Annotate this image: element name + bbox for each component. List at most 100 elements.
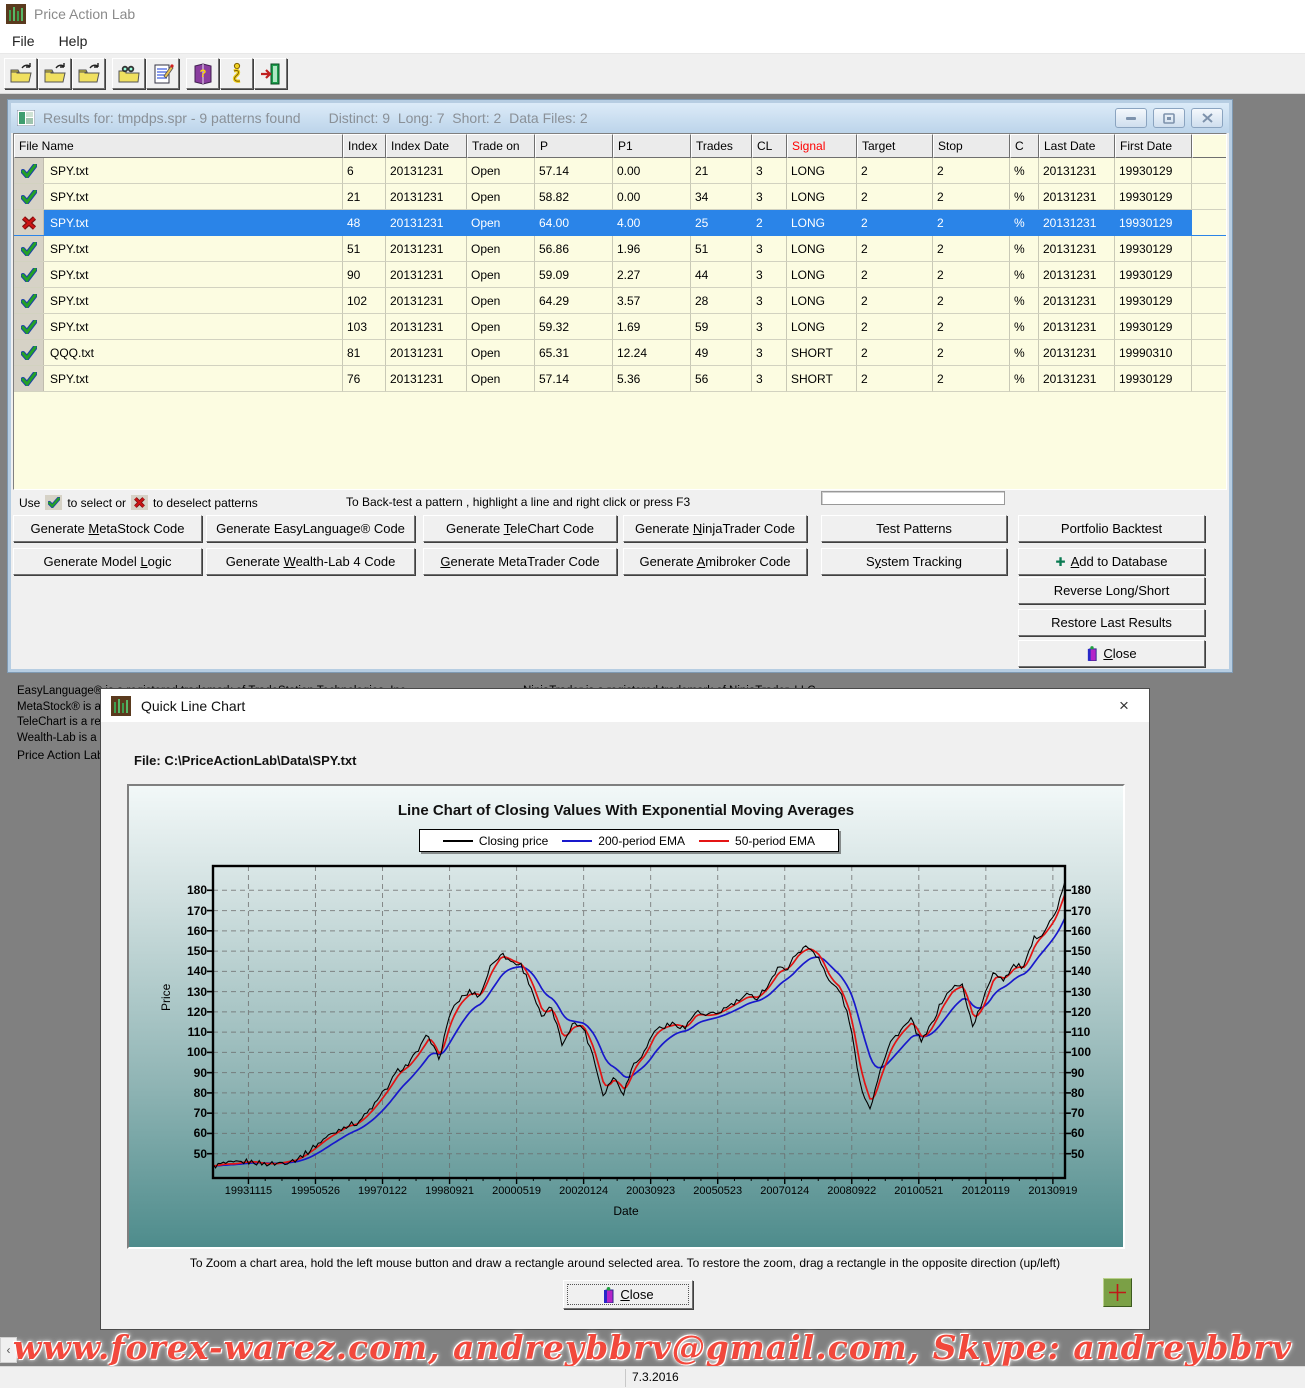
portfolio-backtest-button[interactable]: Portfolio Backtest — [1018, 515, 1205, 542]
cell-c: % — [1010, 236, 1039, 262]
chart-panel[interactable]: Line Chart of Closing Values With Expone… — [127, 784, 1125, 1249]
cell-stop: 2 — [933, 288, 1010, 314]
open-file-3-icon-button[interactable] — [72, 58, 105, 89]
generate-wealth-lab-4-code-button[interactable]: Generate Wealth-Lab 4 Code — [206, 548, 415, 575]
table-row[interactable]: SPY.txt4820131231Open64.004.00252LONG22%… — [14, 210, 1226, 236]
file-name: SPY.txt — [44, 268, 88, 282]
cell-c: % — [1010, 366, 1039, 392]
exit-icon-button[interactable] — [254, 58, 287, 89]
reverse-long-short-button[interactable]: Reverse Long/Short — [1018, 577, 1205, 604]
column-header-p[interactable]: P — [535, 134, 613, 158]
cell-p: 59.09 — [535, 262, 613, 288]
table-row[interactable]: SPY.txt2120131231Open58.820.00343LONG22%… — [14, 184, 1226, 210]
y-tick-label: 130 — [1071, 985, 1105, 999]
column-header-last-date[interactable]: Last Date — [1039, 134, 1115, 158]
progress-bar — [821, 491, 1005, 505]
check-mark-icon[interactable] — [14, 340, 44, 366]
status-date: 7.3.2016 — [632, 1370, 679, 1384]
open-file-3-icon — [77, 62, 101, 86]
column-header-trades[interactable]: Trades — [691, 134, 752, 158]
generate-easylanguage-code-button[interactable]: Generate EasyLanguage® Code — [206, 515, 415, 542]
generate-metatrader-code-button[interactable]: Generate MetaTrader Code — [423, 548, 617, 575]
column-header-filler — [1192, 134, 1227, 158]
test-patterns-button[interactable]: Test Patterns — [821, 515, 1007, 542]
backtest-hint: To Back-test a pattern , highlight a lin… — [346, 495, 690, 509]
close-button[interactable]: Close — [1018, 640, 1205, 667]
table-row[interactable]: SPY.txt5120131231Open56.861.96513LONG22%… — [14, 236, 1226, 262]
menu-help[interactable]: Help — [47, 30, 100, 52]
add-to-database-button[interactable]: ✚Add to Database — [1018, 548, 1205, 575]
generate-model-logic-button[interactable]: Generate Model Logic — [13, 548, 202, 575]
cell-index: 103 — [343, 314, 386, 340]
check-mark-icon[interactable] — [14, 236, 44, 262]
menu-file[interactable]: File — [0, 30, 47, 52]
table-row[interactable]: QQQ.txt8120131231Open65.3112.24493SHORT2… — [14, 340, 1226, 366]
restore-last-results-button[interactable]: Restore Last Results — [1018, 609, 1205, 636]
cell-index: 76 — [343, 366, 386, 392]
check-mark-icon[interactable] — [14, 314, 44, 340]
generate-metastock-code-button[interactable]: Generate MetaStock Code — [13, 515, 202, 542]
open-file-2-icon-button[interactable] — [38, 58, 71, 89]
generate-amibroker-code-button[interactable]: Generate Amibroker Code — [623, 548, 807, 575]
edit-notes-icon-button[interactable] — [146, 58, 179, 89]
cell-first-date: 19930129 — [1115, 288, 1192, 314]
dialog-close-button[interactable]: Close — [563, 1280, 693, 1309]
cell-stop: 2 — [933, 184, 1010, 210]
table-row[interactable]: SPY.txt10220131231Open64.293.57283LONG22… — [14, 288, 1226, 314]
cell-index-date: 20131231 — [386, 236, 467, 262]
y-tick-label: 160 — [1071, 924, 1105, 938]
results-window-titlebar[interactable]: Results for: tmpdps.spr - 9 patterns fou… — [11, 103, 1229, 133]
table-row[interactable]: SPY.txt10320131231Open59.321.69593LONG22… — [14, 314, 1226, 340]
dialog-close-icon[interactable]: × — [1109, 696, 1139, 716]
check-mark-icon[interactable] — [14, 262, 44, 288]
column-header-target[interactable]: Target — [857, 134, 933, 158]
system-tracking-button[interactable]: System Tracking — [821, 548, 1007, 575]
column-header-signal[interactable]: Signal — [787, 134, 857, 158]
zoom-reset-button[interactable] — [1103, 1278, 1132, 1307]
table-row[interactable]: SPY.txt620131231Open57.140.00213LONG22%2… — [14, 158, 1226, 184]
file-name-cell: SPY.txt — [14, 236, 343, 262]
restore-button[interactable] — [1153, 108, 1185, 128]
check-mark-icon[interactable] — [14, 184, 44, 210]
open-file-1-icon-button[interactable] — [4, 58, 37, 89]
cell-p1: 3.57 — [613, 288, 691, 314]
price-chart[interactable] — [213, 866, 1065, 1178]
cell-signal: LONG — [787, 262, 857, 288]
check-mark-icon[interactable] — [14, 366, 44, 392]
chart-file-label: File: C:\PriceActionLab\Data\SPY.txt — [134, 753, 357, 768]
column-header-c[interactable]: C — [1010, 134, 1039, 158]
check-mark-icon[interactable] — [14, 288, 44, 314]
generate-ninjatrader-code-button[interactable]: Generate NinjaTrader Code — [623, 515, 807, 542]
column-header-p1[interactable]: P1 — [613, 134, 691, 158]
help-book-icon: ? — [191, 62, 215, 86]
column-header-first-date[interactable]: First Date — [1115, 134, 1192, 158]
cell-trades: 28 — [691, 288, 752, 314]
cell-index-date: 20131231 — [386, 210, 467, 236]
minimize-button[interactable] — [1115, 108, 1147, 128]
info-icon-button[interactable] — [220, 58, 253, 89]
column-header-index[interactable]: Index — [343, 134, 386, 158]
results-window-title: Results for: tmpdps.spr - 9 patterns fou… — [43, 110, 301, 126]
check-mark-icon[interactable] — [14, 158, 44, 184]
file-name: SPY.txt — [44, 242, 88, 256]
close-window-button[interactable] — [1191, 108, 1223, 128]
column-header-trade-on[interactable]: Trade on — [467, 134, 535, 158]
column-header-cl[interactable]: CL — [752, 134, 787, 158]
svg-text:?: ? — [199, 68, 206, 80]
help-book-icon-button[interactable]: ? — [186, 58, 219, 89]
generate-telechart-code-button[interactable]: Generate TeleChart Code — [423, 515, 617, 542]
column-header-file-name[interactable]: File Name — [14, 134, 343, 158]
table-row[interactable]: SPY.txt9020131231Open59.092.27443LONG22%… — [14, 262, 1226, 288]
file-name: SPY.txt — [44, 294, 88, 308]
x-mark-icon[interactable] — [14, 210, 44, 236]
dialog-titlebar[interactable]: Quick Line Chart × — [101, 689, 1149, 722]
plot-area[interactable] — [213, 866, 1065, 1178]
cell-signal: LONG — [787, 184, 857, 210]
column-header-stop[interactable]: Stop — [933, 134, 1010, 158]
search-folder-icon-button[interactable] — [112, 58, 145, 89]
column-header-index-date[interactable]: Index Date — [386, 134, 467, 158]
table-row[interactable]: SPY.txt7620131231Open57.145.36563SHORT22… — [14, 366, 1226, 392]
quick-line-chart-dialog: Quick Line Chart × File: C:\PriceActionL… — [100, 688, 1150, 1330]
cell-first-date: 19930129 — [1115, 366, 1192, 392]
cell-cl: 3 — [752, 262, 787, 288]
